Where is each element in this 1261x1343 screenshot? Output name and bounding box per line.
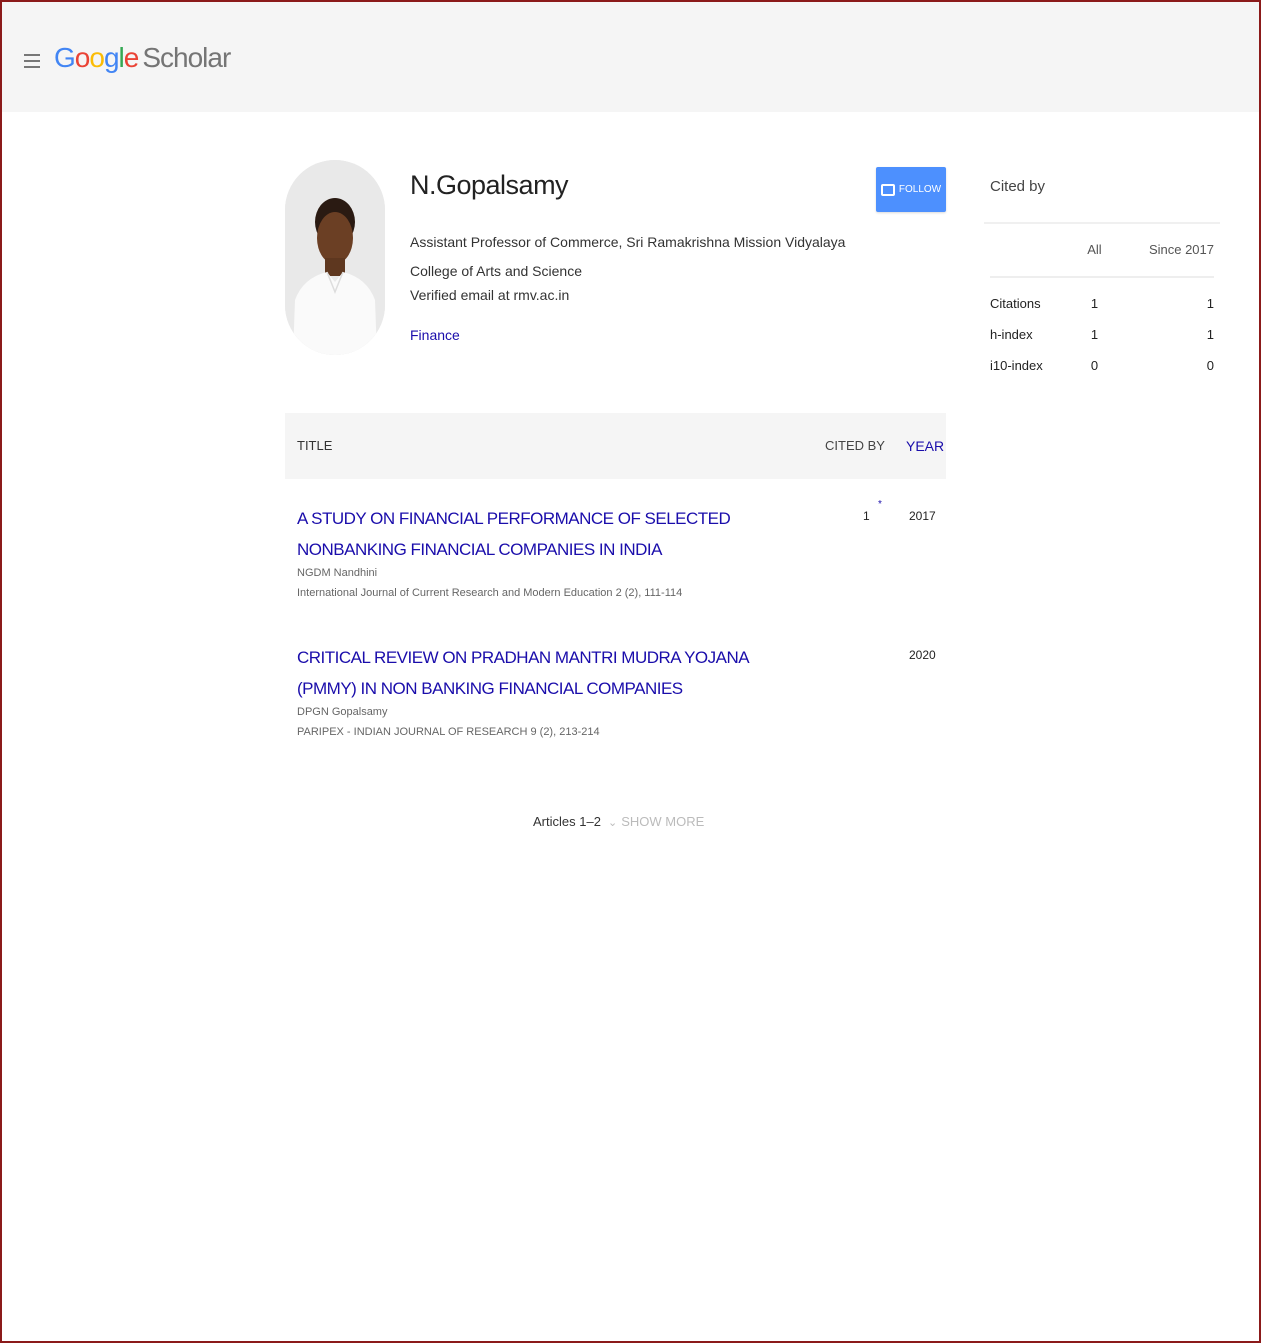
cited-row-since: 0 — [1206, 358, 1214, 373]
cited-col-since: Since 2017 — [1148, 241, 1214, 257]
follow-icon — [880, 183, 895, 196]
cited-row-since: 1 — [1206, 296, 1214, 311]
cited-row-label[interactable]: i10-index — [990, 350, 1054, 381]
cited-col-all: All — [1087, 241, 1102, 257]
article-authors: DPGN Gopalsamy — [297, 706, 388, 718]
article-row: A STUDY ON FINANCIAL PERFORMANCE OF SELE… — [297, 499, 937, 599]
logo-scholar-text: Scholar — [142, 42, 231, 73]
merged-citation-marker: * — [878, 499, 882, 510]
article-venue: International Journal of Current Researc… — [297, 587, 683, 599]
profile-affiliation: Assistant Professor of Commerce, Sri Ram… — [410, 234, 846, 279]
sort-by-cited[interactable]: CITED BY — [825, 438, 885, 453]
divider — [984, 222, 1220, 224]
article-title-link[interactable]: CRITICAL REVIEW ON PRADHAN MANTRI MUDRA … — [297, 642, 807, 704]
top-app-bar: Google Scholar — [2, 2, 1259, 112]
article-year: 2020 — [909, 648, 936, 662]
cited-row-all: 1 — [1090, 327, 1099, 342]
verified-email: Verified email at rmv.ac.in — [410, 287, 570, 303]
cited-row-h-index: h-index 1 1 — [990, 319, 1214, 350]
sort-by-title[interactable]: TITLE — [297, 438, 332, 453]
cited-by-title: Cited by — [990, 178, 1046, 195]
articles-count: Articles 1–2 — [533, 814, 601, 829]
cited-row-all: 0 — [1090, 358, 1099, 373]
follow-button-label: FOLLOW — [898, 184, 942, 195]
sort-by-year[interactable]: YEAR — [906, 438, 944, 454]
cited-by-panel: Cited by All Since 2017 Citations 1 1 h-… — [972, 160, 1222, 400]
article-cited-count[interactable]: 1 — [863, 509, 870, 523]
cited-by-table: All Since 2017 Citations 1 1 h-index 1 1… — [990, 236, 1214, 381]
article-venue: PARIPEX - INDIAN JOURNAL OF RESEARCH 9 (… — [297, 726, 600, 738]
hamburger-menu-icon[interactable] — [24, 54, 40, 68]
article-authors: NGDM Nandhini — [297, 567, 378, 579]
cited-row-label[interactable]: h-index — [990, 319, 1054, 350]
profile-name: N.Gopalsamy — [410, 170, 569, 200]
articles-header: TITLE CITED BY YEAR — [285, 413, 946, 479]
article-title-link[interactable]: A STUDY ON FINANCIAL PERFORMANCE OF SELE… — [297, 503, 807, 565]
profile-photo — [285, 160, 385, 355]
article-year: 2017 — [909, 509, 936, 523]
cited-row-citations: Citations 1 1 — [990, 277, 1214, 319]
cited-col-blank — [990, 236, 1054, 262]
interest-link-finance[interactable]: Finance — [410, 327, 460, 343]
cited-row-since: 1 — [1206, 327, 1214, 342]
follow-button[interactable]: FOLLOW — [876, 167, 946, 212]
google-scholar-logo[interactable]: Google Scholar — [54, 42, 231, 74]
cited-row-all: 1 — [1090, 296, 1099, 311]
cited-row-label[interactable]: Citations — [990, 277, 1054, 319]
cited-row-i10-index: i10-index 0 0 — [990, 350, 1214, 381]
show-more-label: SHOW MORE — [621, 814, 705, 829]
show-more-button[interactable]: ⌄ SHOW MORE — [608, 814, 704, 829]
chevron-down-icon: ⌄ — [608, 817, 618, 829]
article-row: CRITICAL REVIEW ON PRADHAN MANTRI MUDRA … — [297, 642, 937, 738]
